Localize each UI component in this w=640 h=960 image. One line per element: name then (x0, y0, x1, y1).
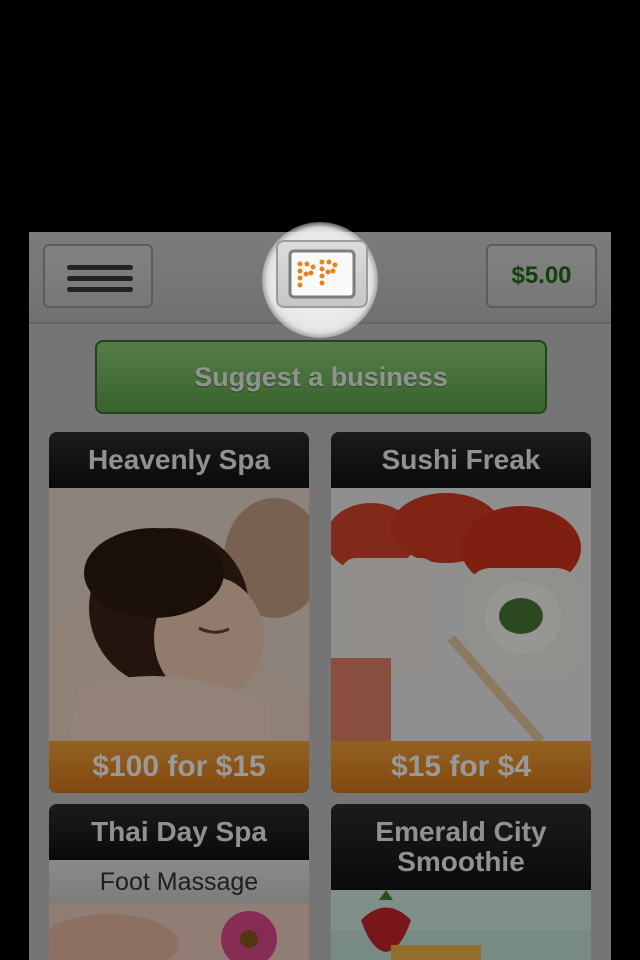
deal-card-thai-day-spa[interactable]: Thai Day Spa Foot Massage (49, 804, 309, 960)
deal-subtitle-text: Foot Massage (99, 867, 259, 896)
menu-button[interactable] (43, 244, 153, 308)
deal-price: $100 for $15 (49, 741, 309, 793)
deal-title: Sushi Freak (331, 432, 591, 488)
app-screen: $5.00 Suggest a business Heavenly Spa $1… (29, 232, 611, 960)
hamburger-menu-icon (67, 265, 133, 270)
deal-title-line2: Smoothie (397, 846, 525, 877)
deal-title-text: Sushi Freak (381, 444, 541, 475)
deal-title-line1: Emerald City (375, 816, 547, 847)
balance-value: $5.00 (511, 262, 572, 289)
deal-title: Thai Day Spa (49, 804, 309, 860)
deal-price: $15 for $4 (331, 741, 591, 793)
sushi-illustration (331, 488, 591, 741)
foot-massage-photo (49, 904, 309, 960)
sushi-rolls-photo (331, 488, 591, 741)
deal-subtitle: Foot Massage (49, 860, 309, 904)
suggest-business-label: Suggest a business (194, 361, 448, 392)
deal-card-heavenly-spa[interactable]: Heavenly Spa $100 for $15 (49, 432, 309, 793)
smoothie-illustration (331, 890, 591, 960)
suggest-business-button[interactable]: Suggest a business (95, 340, 547, 414)
deal-title-text: Heavenly Spa (87, 444, 271, 475)
pp-logo-icon[interactable] (276, 240, 368, 308)
spa-massage-illustration (49, 488, 309, 741)
foot-massage-illustration (49, 904, 309, 960)
deal-card-emerald-city-smoothie[interactable]: Emerald City Smoothie (331, 804, 591, 960)
balance-button[interactable]: $5.00 (486, 244, 597, 308)
hamburger-menu-icon-bar (67, 287, 133, 292)
deal-card-sushi-freak[interactable]: Sushi Freak $15 for $4 (331, 432, 591, 793)
pp-logo-glyph (288, 249, 356, 299)
deal-title-text: Thai Day Spa (91, 816, 267, 847)
hamburger-menu-icon-bar (67, 276, 133, 281)
deal-price-text: $100 for $15 (92, 750, 266, 783)
spa-massage-photo (49, 488, 309, 741)
deal-price-text: $15 for $4 (390, 750, 532, 783)
smoothie-photo (331, 890, 591, 960)
deal-title: Emerald City Smoothie (331, 804, 591, 890)
deal-title: Heavenly Spa (49, 432, 309, 488)
